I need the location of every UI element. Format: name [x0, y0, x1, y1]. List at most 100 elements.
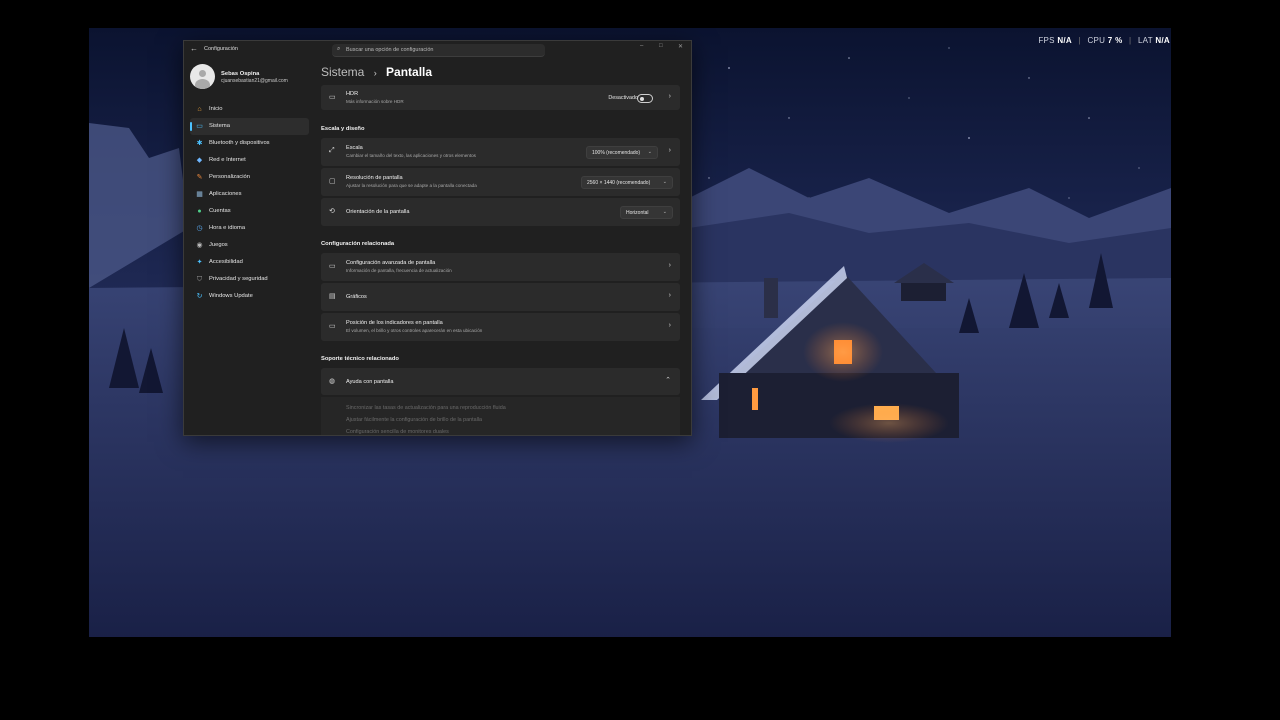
bluetooth-icon: ✱ [196, 140, 203, 147]
network-icon: ◆ [196, 157, 203, 164]
scale-title: Escala [346, 145, 363, 151]
sidebar-item-privacidad-y-seguridad[interactable]: ⛉ Privacidad y seguridad [190, 271, 309, 288]
hdr-subtitle[interactable]: Más información sobre HDR [346, 99, 404, 104]
lat-value: N/A [1155, 36, 1170, 45]
hdr-icon: ▭ [329, 94, 336, 101]
help-link[interactable]: Configuración sencilla de monitores dual… [346, 429, 449, 435]
section-related-support: Soporte técnico relacionado [321, 356, 399, 362]
sidebar-item-label: Accesibilidad [209, 259, 243, 265]
performance-overlay: FPS N/A | CPU 7 % | LAT N/A [1038, 36, 1170, 45]
help-card[interactable]: ◍ Ayuda con pantalla ⌃ [321, 368, 680, 395]
sidebar-item-label: Juegos [209, 242, 228, 248]
fps-value: N/A [1057, 36, 1073, 45]
advanced-subtitle: Información de pantalla, frecuencia de a… [346, 268, 452, 273]
breadcrumb-parent[interactable]: Sistema [321, 65, 364, 79]
close-icon[interactable]: ✕ [678, 43, 683, 50]
indicators-card[interactable]: ▭ Posición de los indicadores en pantall… [321, 313, 680, 341]
resolution-dropdown[interactable]: 2560 × 1440 (recomendado) ⌄ [581, 176, 673, 189]
orientation-value: Horizontal [626, 210, 649, 216]
sidebar-item-accesibilidad[interactable]: ✦ Accesibilidad [190, 254, 309, 271]
profile-email: cjuansebastian21@gmail.com [221, 78, 288, 84]
shield-icon: ⛉ [196, 276, 203, 283]
accessibility-icon: ✦ [196, 259, 203, 266]
search-box[interactable]: ⌕ Buscar una opción de configuración [332, 44, 545, 57]
maximize-icon[interactable]: □ [659, 43, 663, 49]
sidebar-item-label: Red e Internet [209, 157, 246, 163]
breadcrumb: Sistema › Pantalla [321, 65, 432, 79]
brush-icon: ✎ [196, 174, 203, 181]
sidebar-item-red-e-internet[interactable]: ◆ Red e Internet [190, 152, 309, 169]
monitor-icon: ▭ [329, 263, 336, 270]
sidebar-item-bluetooth-y-dispositivos[interactable]: ✱ Bluetooth y dispositivos [190, 135, 309, 152]
chevron-right-icon: › [373, 68, 377, 78]
advanced-title: Configuración avanzada de pantalla [346, 260, 436, 266]
sidebar-item-personalización[interactable]: ✎ Personalización [190, 169, 309, 186]
chevron-down-icon: ⌄ [662, 209, 667, 215]
hdr-toggle[interactable] [637, 94, 653, 103]
sidebar-item-label: Privacidad y seguridad [209, 276, 268, 282]
minimize-icon[interactable]: – [640, 43, 643, 49]
gamepad-icon: ◉ [196, 242, 203, 249]
chevron-right-icon: › [668, 262, 671, 269]
back-arrow-icon[interactable]: ← [190, 44, 198, 53]
chevron-up-icon[interactable]: ⌃ [665, 376, 671, 384]
sidebar-item-label: Aplicaciones [209, 191, 242, 197]
help-link[interactable]: Sincronizar las tasas de actualización p… [346, 405, 506, 411]
resolution-card[interactable]: ▢ Resolución de pantalla Ajustar la reso… [321, 168, 680, 196]
section-related-config: Configuración relacionada [321, 241, 395, 247]
scale-card[interactable]: ⤢ Escala Cambiar el tamaño del texto, la… [321, 138, 680, 166]
advanced-display-card[interactable]: ▭ Configuración avanzada de pantalla Inf… [321, 253, 680, 281]
page-title: Pantalla [386, 65, 433, 79]
search-icon: ⌕ [337, 46, 341, 52]
sidebar-item-windows-update[interactable]: ↻ Windows Update [190, 288, 309, 305]
chevron-right-icon: › [668, 93, 671, 100]
chevron-right-icon: › [668, 292, 671, 299]
sidebar-item-label: Inicio [209, 106, 223, 112]
hdr-card[interactable]: ▭ HDR Más información sobre HDR Desactiv… [321, 85, 680, 110]
sidebar-item-inicio[interactable]: ⌂ Inicio [190, 101, 309, 118]
indicators-subtitle: El volumen, el brillo y otros controles … [346, 328, 483, 333]
orientation-icon: ⟲ [329, 208, 335, 215]
sidebar-item-aplicaciones[interactable]: ▦ Aplicaciones [190, 186, 309, 203]
cpu-label: CPU [1087, 36, 1106, 45]
scale-subtitle: Cambiar el tamaño del texto, las aplicac… [346, 153, 476, 158]
scale-value: 100% (recomendado) [592, 150, 641, 156]
sidebar-item-juegos[interactable]: ◉ Juegos [190, 237, 309, 254]
resolution-subtitle: Ajustar la resolución para que se adapte… [346, 183, 477, 188]
sidebar-item-cuentas[interactable]: ● Cuentas [190, 203, 309, 220]
orientation-card[interactable]: ⟲ Orientación de la pantalla Horizontal … [321, 198, 680, 226]
help-title: Ayuda con pantalla [346, 379, 394, 385]
accounts-icon: ● [197, 208, 202, 215]
scale-dropdown[interactable]: 100% (recomendado) ⌄ [586, 146, 658, 159]
sidebar-item-sistema[interactable]: ▭ Sistema [190, 118, 309, 135]
hdr-toggle-label: Desactivado [608, 95, 638, 101]
apps-icon: ▦ [196, 191, 203, 198]
resolution-icon: ▢ [329, 178, 336, 185]
scale-icon: ⤢ [329, 147, 335, 154]
resolution-title: Resolución de pantalla [346, 175, 403, 181]
sidebar-item-label: Cuentas [209, 208, 231, 214]
lat-label: LAT [1137, 36, 1153, 45]
orientation-title: Orientación de la pantalla [346, 209, 410, 215]
app-title: Configuración [204, 46, 238, 52]
sidebar-item-label: Sistema [209, 123, 230, 129]
graphics-card[interactable]: ▤ Gráficos › [321, 283, 680, 311]
indicator-position-icon: ▭ [329, 323, 336, 330]
sidebar-item-hora-e-idioma[interactable]: ◷ Hora e idioma [190, 220, 309, 237]
update-icon: ↻ [196, 293, 203, 300]
chevron-right-icon: › [668, 147, 671, 154]
hdr-title: HDR [346, 91, 359, 97]
orientation-dropdown[interactable]: Horizontal ⌄ [620, 206, 673, 219]
sidebar-item-label: Windows Update [209, 293, 253, 299]
profile-name: Sebas Ospina [221, 71, 260, 77]
sidebar-item-label: Personalización [209, 174, 250, 180]
sidebar-item-label: Hora e idioma [209, 225, 246, 231]
chevron-down-icon: ⌄ [647, 149, 652, 155]
settings-window: ← Configuración ⌕ Buscar una opción de c… [183, 40, 692, 436]
sidebar-nav: ⌂ Inicio ▭ Sistema ✱ Bluetooth y dispositivos… [190, 101, 309, 305]
graphics-icon: ▤ [329, 293, 336, 300]
home-icon: ⌂ [197, 106, 202, 113]
help-link[interactable]: Ajustar fácilmente la configuración de b… [346, 417, 482, 423]
section-scale-layout: Escala y diseño [321, 126, 365, 132]
system-icon: ▭ [196, 123, 203, 130]
